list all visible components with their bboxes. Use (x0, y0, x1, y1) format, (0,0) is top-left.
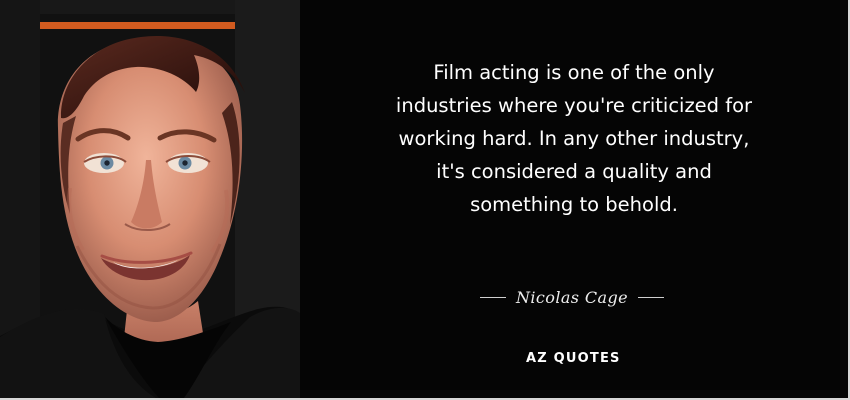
author-name: Nicolas Cage (516, 287, 628, 307)
quote-text: Film acting is one of the only industrie… (395, 61, 753, 216)
right-dash (637, 296, 664, 298)
quote-card: Film acting is one of the only industrie… (0, 0, 850, 400)
left-dash (480, 296, 507, 298)
azquotes-logo: AZ QUOTES (526, 351, 621, 366)
author-attribution: Nicolas Cage (477, 284, 667, 310)
quote-panel: Film acting is one of the only industrie… (300, 0, 848, 398)
portrait-photo (0, 0, 300, 398)
portrait-image (0, 0, 300, 398)
